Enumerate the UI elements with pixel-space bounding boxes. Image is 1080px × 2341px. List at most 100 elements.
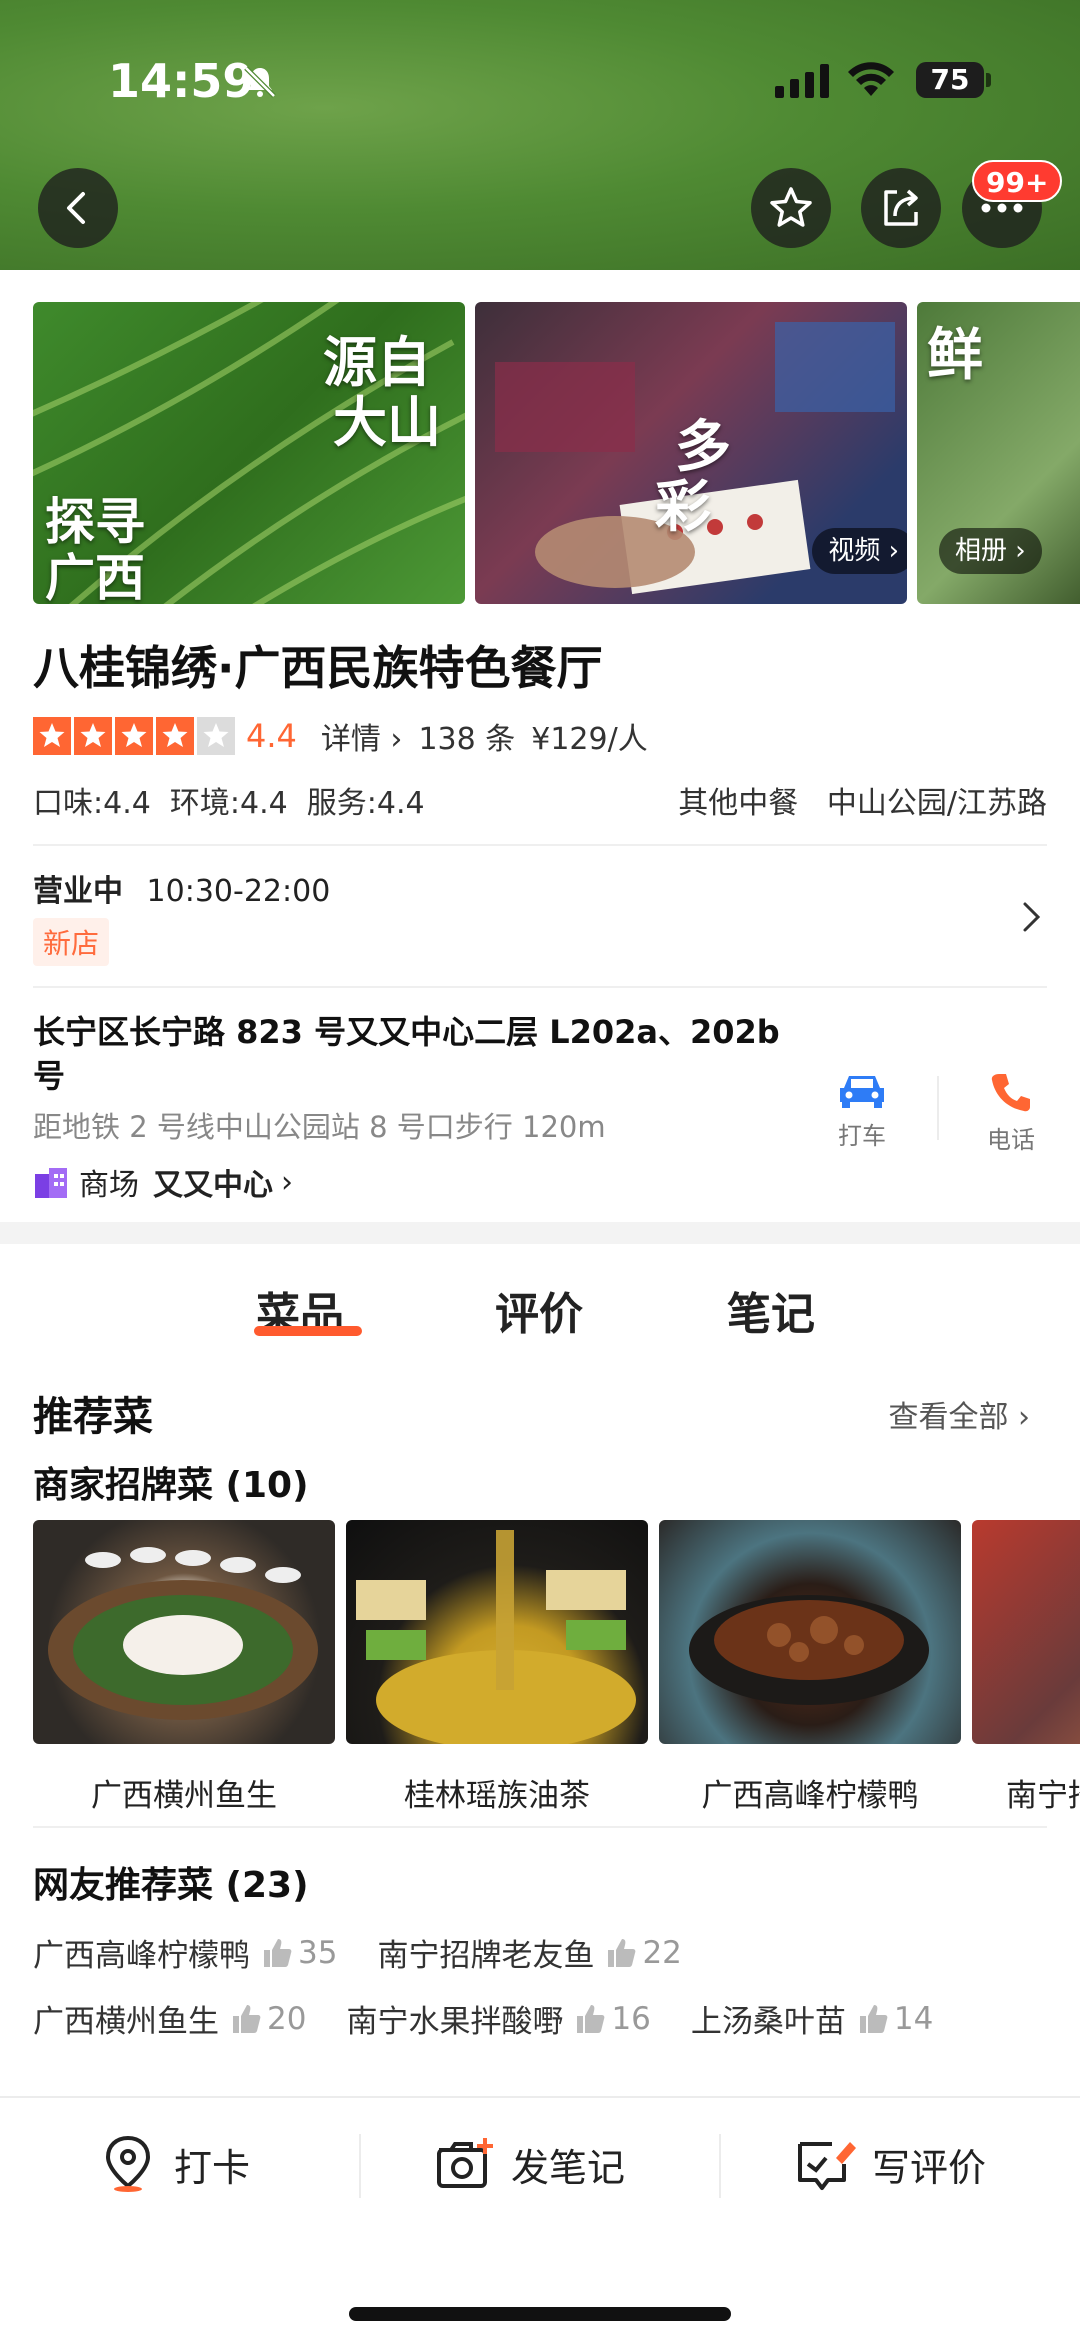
gallery-image-3[interactable]: 鲜 相册 › xyxy=(917,302,1080,604)
open-status: 营业中 xyxy=(33,874,123,909)
divider xyxy=(719,2134,721,2198)
camera-plus-icon xyxy=(437,2138,493,2188)
category[interactable]: 其他中餐 xyxy=(678,786,798,821)
mute-bell-icon xyxy=(244,66,276,98)
see-all-link[interactable]: 查看全部 › xyxy=(888,1392,1030,1436)
user-dish-count: 22 xyxy=(642,1934,682,1971)
sub-info-row: 口味:4.4 环境:4.4 服务:4.4 其他中餐 中山公园/江苏路 xyxy=(33,778,1047,822)
notification-badge: 99+ xyxy=(972,160,1063,202)
dish-name: 南宁招 xyxy=(1006,1778,1080,1814)
details-link[interactable]: 详情 › xyxy=(321,714,403,758)
wifi-icon xyxy=(848,62,894,96)
favorite-button[interactable] xyxy=(751,168,831,248)
taxi-button[interactable]: 打车 xyxy=(812,1070,912,1151)
header-background: 14:59 75 99+ xyxy=(0,0,1080,270)
star-empty-icon xyxy=(197,717,235,755)
user-dish-count: 14 xyxy=(893,2000,934,2037)
star-outline-icon xyxy=(770,187,812,227)
album-pill-label: 相册 xyxy=(955,536,1008,566)
dish-image[interactable] xyxy=(972,1520,1080,1744)
avg-price: ¥129/人 xyxy=(531,722,648,757)
chevron-right-icon xyxy=(1023,902,1041,932)
area[interactable]: 中山公园/江苏路 xyxy=(827,786,1047,821)
section-gap xyxy=(0,1222,1080,1244)
chevron-right-icon: › xyxy=(281,1164,293,1200)
share-icon xyxy=(884,189,918,226)
phone-icon xyxy=(991,1074,1030,1112)
dish-name: 广西横州鱼生 xyxy=(91,1778,277,1814)
tab-reviews[interactable]: 评价 xyxy=(495,1278,583,1342)
user-dish-item[interactable]: 南宁水果拌酸嘢 16 xyxy=(346,1996,650,2041)
car-icon xyxy=(840,1076,884,1108)
post-note-label: 发笔记 xyxy=(511,2145,626,2190)
gallery-image-1[interactable]: 源自 大山 探寻 广西 xyxy=(33,302,465,604)
rating-row: 4.4 详情 › 138 条 ¥129/人 xyxy=(33,714,664,758)
post-note-button[interactable]: 发笔记 xyxy=(435,2134,625,2194)
user-dish-item[interactable]: 广西高峰柠檬鸭 35 xyxy=(33,1930,337,1975)
address[interactable]: 长宁区长宁路 823 号又又中心二层 L202a、202b 号 xyxy=(33,1010,793,1098)
video-pill-button[interactable]: 视频 › xyxy=(812,528,907,574)
dish-name: 桂林瑶族油茶 xyxy=(404,1778,590,1814)
subway-distance: 距地铁 2 号线中山公园站 8 号口步行 120m xyxy=(33,1110,606,1144)
album-pill-button[interactable]: 相册 › xyxy=(939,528,1042,574)
user-dish-item[interactable]: 上汤桑叶苗 14 xyxy=(691,1996,933,2041)
mall-name: 又又中心 xyxy=(153,1168,273,1203)
share-button[interactable] xyxy=(861,168,941,248)
rating-score: 4.4 xyxy=(246,717,297,755)
thumbs-up-icon xyxy=(577,2004,605,2033)
divider xyxy=(937,1076,939,1140)
phone-label: 电话 xyxy=(987,1126,1035,1154)
home-indicator[interactable] xyxy=(349,2307,731,2321)
mall-link[interactable]: 商场 又又中心 › xyxy=(33,1160,293,1204)
fish-platter-illustration xyxy=(48,1547,318,1720)
battery-cap xyxy=(986,73,991,87)
star-filled-icon xyxy=(74,717,112,755)
user-dish-item[interactable]: 南宁招牌老友鱼 22 xyxy=(377,1930,681,1975)
bottom-action-bar: 打卡 发笔记 写评价 xyxy=(0,2096,1080,2341)
signature-dish-carousel[interactable] xyxy=(33,1520,1080,1760)
new-store-tag: 新店 xyxy=(33,918,110,966)
gallery-overlay-text: 广西 xyxy=(45,548,145,604)
dish-image[interactable] xyxy=(346,1520,648,1744)
user-dish-row: 广西高峰柠檬鸭 35 南宁招牌老友鱼 22 xyxy=(33,1930,722,1975)
thumbs-up-icon xyxy=(233,2004,261,2033)
user-dish-name: 南宁招牌老友鱼 xyxy=(377,1938,595,1974)
chevron-right-icon: › xyxy=(1018,1400,1030,1435)
category-area: 其他中餐 中山公园/江苏路 xyxy=(678,778,1047,822)
photo-gallery[interactable]: 源自 大山 探寻 广西 多 彩 视频 › 鲜 相册 › xyxy=(33,302,1080,604)
thumbs-up-icon xyxy=(859,2004,888,2033)
sub-scores: 口味:4.4 环境:4.4 服务:4.4 xyxy=(33,786,425,821)
user-dish-row: 广西横州鱼生 20 南宁水果拌酸嘢 16 上汤桑叶苗 14 xyxy=(33,1996,973,2041)
video-pill-label: 视频 xyxy=(828,536,881,566)
signature-dishes-title: 商家招牌菜 (10) xyxy=(33,1465,309,1506)
taxi-label: 打车 xyxy=(838,1122,886,1150)
lemon-duck-illustration xyxy=(689,1595,929,1705)
star-filled-icon xyxy=(156,717,194,755)
review-count[interactable]: 138 条 xyxy=(418,714,515,758)
star-filled-icon xyxy=(115,717,153,755)
dish-name: 广西高峰柠檬鸭 xyxy=(701,1778,919,1814)
battery-indicator: 75 xyxy=(916,62,984,98)
gallery-overlay-text: 鲜 xyxy=(927,322,983,388)
gallery-image-2[interactable]: 多 彩 视频 › xyxy=(475,302,907,604)
gallery-overlay-text: 大山 xyxy=(333,390,441,454)
user-dish-name: 南宁水果拌酸嘢 xyxy=(346,2004,564,2040)
restaurant-name: 八桂锦绣·广西民族特色餐厅 xyxy=(33,641,603,695)
active-tab-indicator xyxy=(254,1326,362,1336)
dish-image[interactable] xyxy=(33,1520,335,1744)
user-dish-item[interactable]: 广西横州鱼生 20 xyxy=(33,1996,306,2041)
checkin-button[interactable]: 打卡 xyxy=(102,2134,250,2194)
thumbs-up-icon xyxy=(608,1938,636,1967)
back-button[interactable] xyxy=(38,168,118,248)
mall-label: 商场 xyxy=(79,1168,139,1203)
write-review-button[interactable]: 写评价 xyxy=(796,2134,986,2194)
divider xyxy=(33,1826,1047,1828)
phone-button[interactable]: 电话 xyxy=(961,1070,1061,1155)
user-dish-count: 16 xyxy=(611,2000,651,2037)
dish-image[interactable] xyxy=(659,1520,961,1744)
user-dish-name: 广西横州鱼生 xyxy=(33,2004,219,2040)
location-pin-icon xyxy=(105,2135,151,2192)
checkin-label: 打卡 xyxy=(174,2145,251,2190)
opening-hours: 营业中 10:30-22:00 xyxy=(33,866,330,910)
tab-notes[interactable]: 笔记 xyxy=(727,1278,815,1342)
